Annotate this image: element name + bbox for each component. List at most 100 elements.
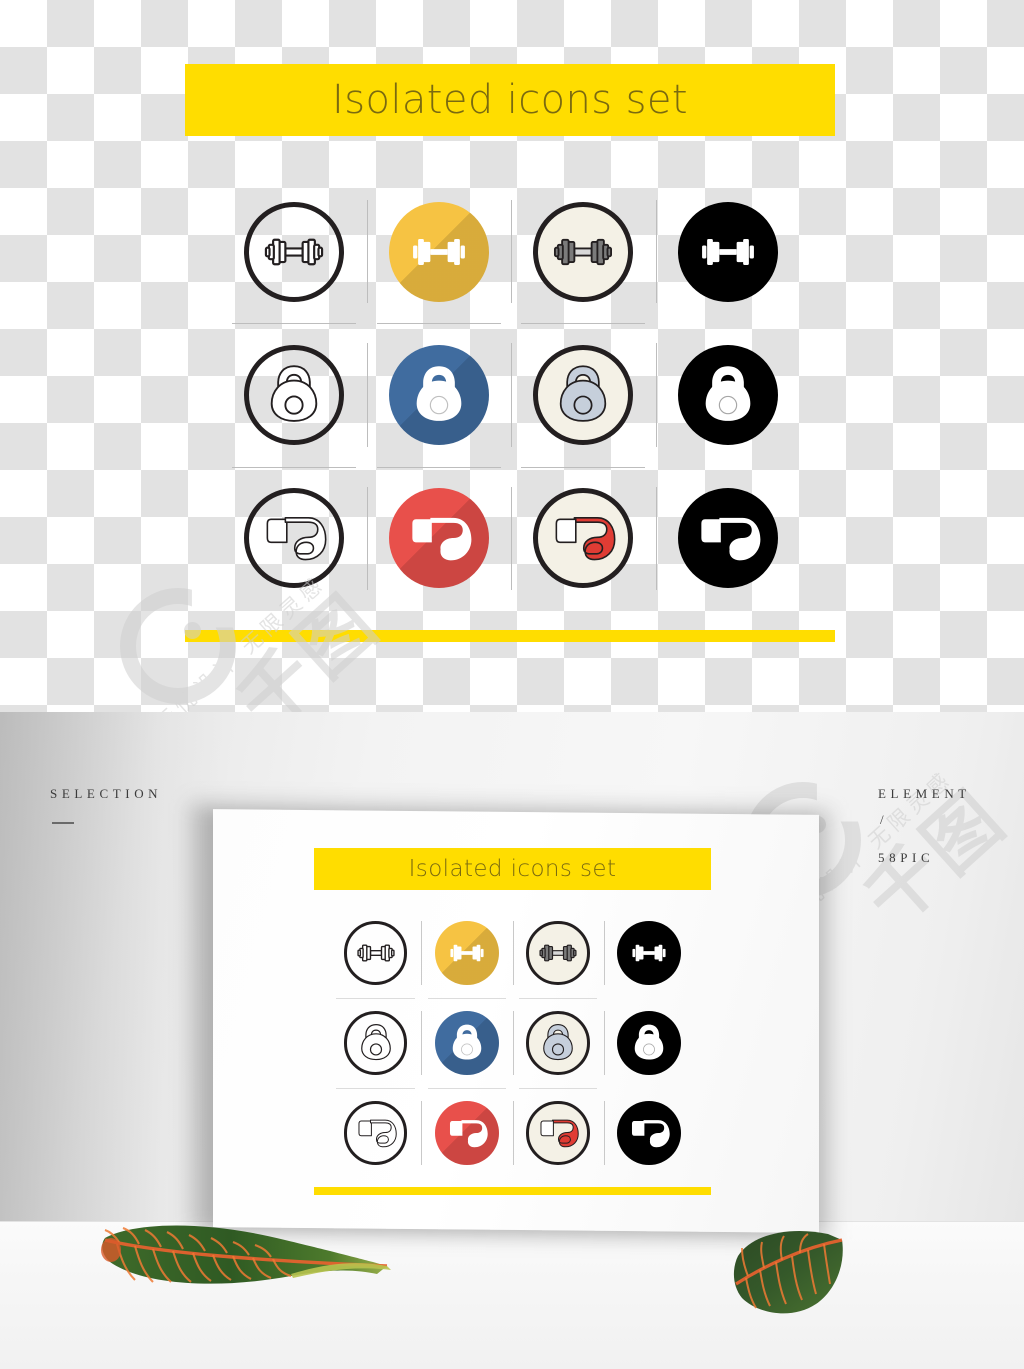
grid-divider-horizontal	[518, 998, 598, 999]
grid-divider-horizontal	[427, 998, 507, 999]
dumbbell-icon[interactable]	[434, 921, 499, 985]
kettlebell-icon-glyph	[353, 1020, 399, 1066]
leaf-left	[101, 1225, 391, 1284]
kettlebell-icon[interactable]	[434, 1011, 499, 1075]
icon-cell-dumbbell-line[interactable]	[330, 908, 421, 998]
icon-cell-boxing-glove-color[interactable]	[511, 467, 656, 610]
dumbbell-icon-glyph	[692, 216, 764, 288]
grid-divider-horizontal	[232, 323, 357, 325]
icon-cell-dumbbell-color[interactable]	[511, 180, 656, 323]
grid-divider-vertical	[603, 1100, 605, 1166]
poster-footer-bar	[314, 1187, 711, 1195]
icon-cell-kettlebell-line[interactable]	[330, 998, 421, 1088]
grid-divider-horizontal	[521, 323, 646, 325]
dumbbell-icon-glyph	[535, 930, 581, 976]
grid-divider-vertical	[603, 920, 605, 986]
boxing-glove-icon[interactable]	[677, 488, 778, 589]
icon-cell-boxing-glove-line[interactable]	[330, 1088, 421, 1178]
kettlebell-icon[interactable]	[343, 1011, 408, 1075]
icon-cell-boxing-glove-glyph[interactable]	[656, 467, 801, 610]
grid-divider-horizontal	[518, 1088, 598, 1089]
grid-divider-vertical	[512, 920, 514, 986]
kettlebell-icon-glyph	[547, 359, 619, 431]
icon-cell-boxing-glove-flat[interactable]	[367, 467, 512, 610]
dumbbell-icon[interactable]	[388, 201, 489, 302]
boxing-glove-icon[interactable]	[434, 1101, 499, 1165]
grid-divider-vertical	[366, 343, 368, 447]
dumbbell-icon[interactable]	[244, 201, 345, 302]
icon-cell-kettlebell-color[interactable]	[511, 323, 656, 466]
grid-divider-horizontal	[521, 466, 646, 468]
kettlebell-icon[interactable]	[677, 344, 778, 445]
dumbbell-icon[interactable]	[617, 921, 682, 985]
icon-cell-kettlebell-color[interactable]	[513, 998, 604, 1088]
dumbbell-icon-glyph	[353, 930, 399, 976]
grid-divider-vertical	[511, 200, 512, 304]
icon-cell-kettlebell-glyph[interactable]	[656, 323, 801, 466]
grid-divider-vertical	[512, 1100, 514, 1166]
grid-divider-vertical	[421, 1100, 423, 1166]
icon-cell-dumbbell-flat[interactable]	[367, 180, 512, 323]
boxing-glove-icon-glyph	[353, 1110, 399, 1156]
grid-divider-vertical	[655, 200, 657, 304]
boxing-glove-icon[interactable]	[244, 488, 345, 589]
poster-icon-grid	[330, 908, 695, 1178]
grid-divider-horizontal	[427, 1088, 507, 1089]
icon-cell-kettlebell-glyph[interactable]	[604, 998, 695, 1088]
boxing-glove-icon[interactable]	[526, 1101, 590, 1165]
kettlebell-icon-glyph	[535, 1020, 581, 1066]
icon-cell-boxing-glove-glyph[interactable]	[604, 1088, 695, 1178]
icon-cell-dumbbell-glyph[interactable]	[604, 908, 695, 998]
boxing-glove-icon-glyph	[626, 1110, 672, 1156]
transparent-artboard: Isolated icons set 千图 无忧设计 无限灵感	[0, 0, 1024, 712]
grid-divider-vertical	[511, 486, 512, 590]
watermark-ring-icon	[120, 588, 236, 704]
icon-cell-kettlebell-flat[interactable]	[367, 323, 512, 466]
grid-divider-horizontal	[336, 1088, 415, 1089]
kettlebell-icon[interactable]	[617, 1011, 682, 1075]
grid-divider-vertical	[603, 1010, 605, 1076]
boxing-glove-icon-glyph	[258, 502, 330, 574]
grid-divider-vertical	[511, 343, 512, 447]
grid-divider-vertical	[655, 343, 657, 447]
boxing-glove-icon[interactable]	[388, 488, 489, 589]
icon-cell-boxing-glove-color[interactable]	[513, 1088, 604, 1178]
label-pic-count: 58PIC	[878, 850, 935, 865]
icon-cell-dumbbell-glyph[interactable]	[656, 180, 801, 323]
label-element: ELEMENT	[878, 786, 971, 801]
grid-divider-vertical	[421, 920, 423, 986]
poster-title: Isolated icons set	[408, 856, 617, 882]
kettlebell-icon[interactable]	[526, 1011, 590, 1075]
icon-cell-dumbbell-line[interactable]	[222, 180, 367, 323]
label-slash: /	[880, 812, 886, 827]
dumbbell-icon-glyph	[626, 930, 672, 976]
boxing-glove-icon[interactable]	[343, 1101, 408, 1165]
boxing-glove-icon-glyph	[535, 1110, 581, 1156]
boxing-glove-icon-glyph	[547, 502, 619, 574]
grid-divider-horizontal	[376, 323, 501, 325]
icon-cell-kettlebell-flat[interactable]	[421, 998, 512, 1088]
kettlebell-icon[interactable]	[244, 344, 345, 445]
leaf-right	[733, 1230, 843, 1314]
grid-divider-vertical	[366, 200, 368, 304]
dumbbell-icon[interactable]	[533, 201, 634, 302]
dumbbell-icon[interactable]	[677, 201, 778, 302]
label-selection-dash	[52, 822, 74, 824]
dumbbell-icon-glyph	[444, 930, 490, 976]
icon-cell-kettlebell-line[interactable]	[222, 323, 367, 466]
icon-cell-boxing-glove-line[interactable]	[222, 467, 367, 610]
dumbbell-icon[interactable]	[343, 921, 408, 985]
dumbbell-icon-glyph	[258, 216, 330, 288]
kettlebell-icon[interactable]	[388, 344, 489, 445]
icon-cell-dumbbell-color[interactable]	[513, 908, 604, 998]
grid-divider-vertical	[512, 1010, 514, 1076]
icon-cell-dumbbell-flat[interactable]	[421, 908, 512, 998]
grid-divider-horizontal	[376, 466, 501, 468]
grid-divider-horizontal	[336, 998, 415, 999]
kettlebell-icon[interactable]	[533, 344, 634, 445]
dumbbell-icon[interactable]	[526, 921, 590, 985]
kettlebell-icon-glyph	[444, 1020, 490, 1066]
icon-cell-boxing-glove-flat[interactable]	[421, 1088, 512, 1178]
boxing-glove-icon[interactable]	[533, 488, 634, 589]
boxing-glove-icon[interactable]	[617, 1101, 682, 1165]
